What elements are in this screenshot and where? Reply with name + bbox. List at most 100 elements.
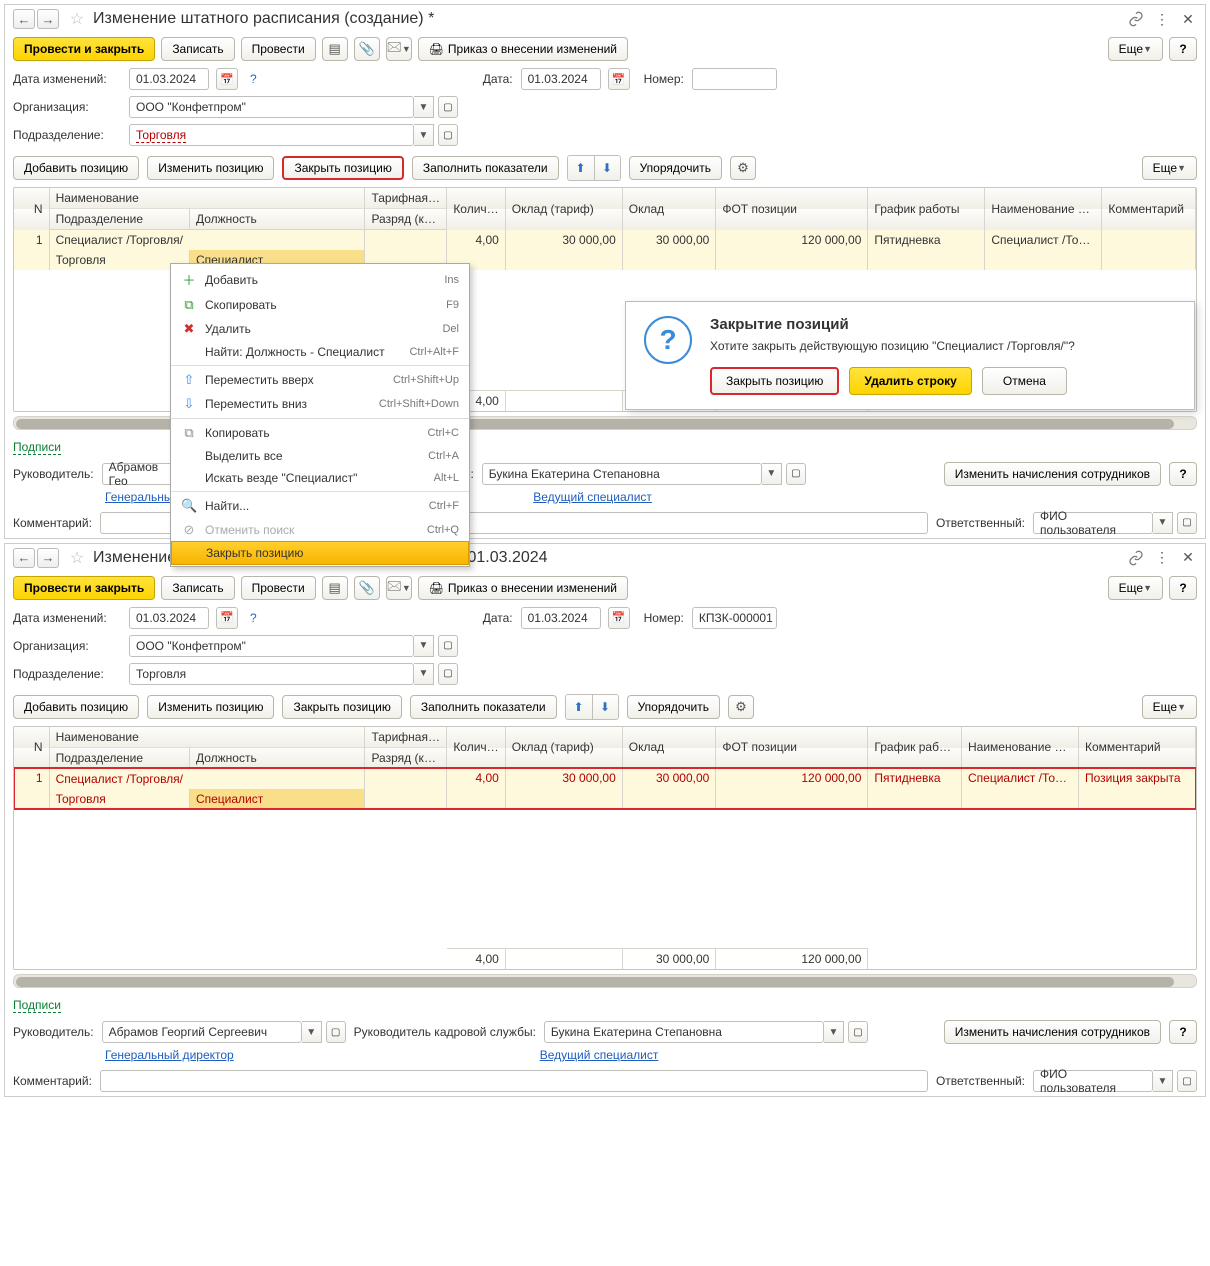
context-menu-item[interactable]: ⇩Переместить внизCtrl+Shift+Down [171,392,469,416]
hr-title-link[interactable]: Ведущий специалист [533,490,652,504]
more-button[interactable]: Еще [1108,37,1163,61]
date-help-link[interactable]: ? [250,72,257,86]
col2-salary[interactable]: Оклад [622,727,716,769]
col-fullname[interactable]: Наименование полное [985,188,1102,230]
hr-open-icon-2[interactable]: ▢ [848,1021,868,1043]
col2-name[interactable]: Наименование [49,727,365,748]
col2-schedule[interactable]: График работы [868,727,962,769]
col-n[interactable]: N [14,188,49,230]
col-fot[interactable]: ФОТ позиции [716,188,868,230]
organization-combo-2[interactable]: ООО "Конфетпром" ▼ ▢ [129,635,458,657]
context-menu-item[interactable]: Выделить всеCtrl+A [171,445,469,467]
combo-open-icon-4[interactable]: ▢ [438,663,458,685]
post-button[interactable]: Провести [241,37,316,61]
table-subrow-2[interactable]: Торговля Специалист [14,789,1196,809]
close-window-icon[interactable]: ✕ [1179,10,1197,28]
head-input-2[interactable]: Абрамов Георгий Сергеевич [102,1021,302,1043]
hr-dropdown-icon-2[interactable]: ▼ [824,1021,844,1043]
add-position-button[interactable]: Добавить позицию [13,156,139,180]
date-change-input[interactable]: 01.03.2024 [129,68,209,90]
date-input-2[interactable]: 01.03.2024 [521,607,601,629]
table-row[interactable]: 1 Специалист /Торговля/ 4,00 30 000,00 3… [14,230,1196,251]
dialog-close-position-button[interactable]: Закрыть позицию [710,367,839,395]
document-icon-button-2[interactable]: ▤ [322,576,348,600]
back-button-2[interactable]: ← [13,548,35,568]
order-changes-button-2[interactable]: 🖨 Приказ о внесении изменений [418,576,628,600]
resp-open-icon-2[interactable]: ▢ [1177,1070,1197,1092]
col2-tarif[interactable]: Тарифная г... [365,727,447,748]
table-row-2[interactable]: 1 Специалист /Торговля/ 4,00 30 000,00 3… [14,768,1196,789]
col2-pos[interactable]: Должность [189,747,364,768]
signatures-link-2[interactable]: Подписи [13,998,61,1013]
fill-indicators-button[interactable]: Заполнить показатели [412,156,559,180]
hr-title-link-2[interactable]: Ведущий специалист [540,1048,659,1062]
col-pos[interactable]: Должность [189,209,364,230]
sort-button-2[interactable]: Упорядочить [627,695,720,719]
context-menu-item[interactable]: 🔍Найти...Ctrl+F [171,494,469,518]
help-button-2[interactable]: ? [1169,576,1197,600]
attachment-icon-button[interactable]: 📎 [354,37,380,61]
favorite-star-icon-2[interactable]: ☆ [67,548,87,568]
head-input[interactable]: Абрамов Гео [102,463,172,485]
col2-rate[interactable]: Оклад (тариф) [505,727,622,769]
settings-icon-button-2[interactable]: ⚙ [728,695,754,719]
write-button[interactable]: Записать [161,37,234,61]
context-menu-item[interactable]: Закрыть позицию [171,541,469,565]
number-input[interactable] [692,68,777,90]
col2-qty[interactable]: Колич. ставок [447,727,505,769]
combo-dropdown-icon[interactable]: ▼ [414,96,434,118]
context-menu-item[interactable]: Искать везде "Специалист"Alt+L [171,467,469,489]
change-accruals-button[interactable]: Изменить начисления сотрудников [944,462,1161,486]
document-icon-button[interactable]: ▤ [322,37,348,61]
context-menu-item[interactable]: ⧉КопироватьCtrl+C [171,421,469,445]
col-dept[interactable]: Подразделение [49,209,189,230]
context-menu-item[interactable]: ⧉СкопироватьF9 [171,293,469,317]
move-up-button[interactable]: ⬆ [568,156,594,180]
write-button-2[interactable]: Записать [161,576,234,600]
more-options-icon-2[interactable]: ⋮ [1153,549,1171,567]
col2-fullname[interactable]: Наименование полное [961,727,1078,769]
resp-dropdown-icon[interactable]: ▼ [1153,512,1173,534]
accruals-help-button[interactable]: ? [1169,462,1197,486]
close-window-icon-2[interactable]: ✕ [1179,549,1197,567]
folder-icon-button[interactable]: 🖂 [386,37,412,61]
change-accruals-button-2[interactable]: Изменить начисления сотрудников [944,1020,1161,1044]
head-title-link[interactable]: Генеральный [105,490,179,504]
forward-button[interactable]: → [37,9,59,29]
hr-head-input[interactable]: Букина Екатерина Степановна [482,463,762,485]
table-more-button[interactable]: Еще [1142,156,1197,180]
col2-comment[interactable]: Комментарий [1078,727,1195,769]
attachment-icon-button-2[interactable]: 📎 [354,576,380,600]
context-menu-item[interactable]: ✖УдалитьDel [171,317,469,341]
move-down-button[interactable]: ⬇ [594,156,620,180]
col-name[interactable]: Наименование [49,188,365,209]
head-dropdown-icon[interactable]: ▼ [302,1021,322,1043]
head-title-link-2[interactable]: Генеральный директор [105,1048,234,1062]
settings-icon-button[interactable]: ⚙ [730,156,756,180]
dialog-cancel-button[interactable]: Отмена [982,367,1067,395]
help-button[interactable]: ? [1169,37,1197,61]
calendar-icon[interactable]: 📅 [216,68,238,90]
hr-open-icon[interactable]: ▢ [786,463,806,485]
combo-dropdown-icon-3[interactable]: ▼ [414,635,434,657]
col2-dept[interactable]: Подразделение [49,747,189,768]
more-options-icon[interactable]: ⋮ [1153,10,1171,28]
sort-button[interactable]: Упорядочить [629,156,722,180]
combo-dropdown-icon-4[interactable]: ▼ [414,663,434,685]
col-qty[interactable]: Колич. ставок [447,188,505,230]
context-menu-item[interactable]: ⇧Переместить вверхCtrl+Shift+Up [171,368,469,392]
dialog-delete-row-button[interactable]: Удалить строку [849,367,971,395]
responsible-input-2[interactable]: ФИО пользователя [1033,1070,1153,1092]
link-icon[interactable] [1127,10,1145,28]
resp-open-icon[interactable]: ▢ [1177,512,1197,534]
number-input-2[interactable]: КПЗК-000001 [692,607,777,629]
resp-dropdown-icon-2[interactable]: ▼ [1153,1070,1173,1092]
calendar-icon-2[interactable]: 📅 [608,68,630,90]
order-changes-button[interactable]: 🖨 Приказ о внесении изменений [418,37,628,61]
fill-indicators-button-2[interactable]: Заполнить показатели [410,695,557,719]
post-and-close-button[interactable]: Провести и закрыть [13,37,155,61]
col-comment[interactable]: Комментарий [1102,188,1196,230]
date-help-link-2[interactable]: ? [250,611,257,625]
col-salary[interactable]: Оклад [622,188,716,230]
responsible-input[interactable]: ФИО пользователя [1033,512,1153,534]
